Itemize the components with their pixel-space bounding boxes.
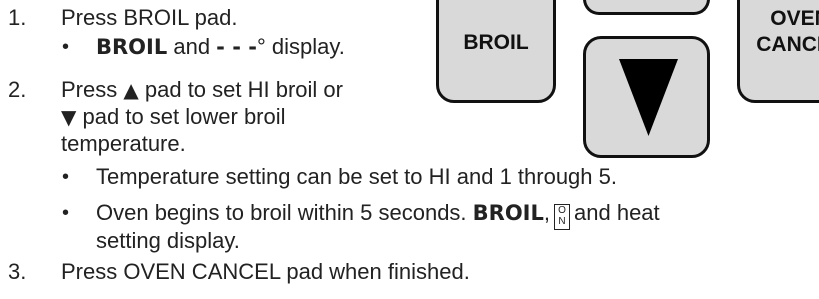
step-2-line-3: temperature. [61,131,186,156]
on-icon-bottom: N [558,216,566,227]
bullet-2-prefix: Oven begins to broil within 5 seconds. [96,200,473,225]
broil-keyword: BROIL [96,35,168,59]
down-arrow-icon [619,59,678,136]
step-2-line-2: ▼ pad to set lower broil [61,103,286,131]
bullet-middle: and [167,34,217,59]
step-2-bullet-2: Oven begins to broil within 5 seconds. B… [96,199,660,230]
oven-cancel-line-1: OVEN [770,7,819,30]
step-3-text: Press OVEN CANCEL pad when finished. [61,259,470,284]
step-1-bullet: BROIL and - - -° display. [96,33,345,61]
up-triangle-icon: ▲ [123,78,139,102]
on-indicator-icon: ON [554,204,571,230]
step-2-line-1: Press ▲ pad to set HI broil or [61,76,343,104]
on-icon-top: O [558,205,566,216]
step-3-number: 3. [8,259,27,284]
broil-pad[interactable]: BROIL [436,0,556,103]
down-arrow-pad[interactable] [583,36,710,158]
up-arrow-pad[interactable] [583,0,710,15]
step-1-text: Press BROIL pad. [61,5,238,30]
bullet-icon: • [62,36,70,58]
press-word: Press [61,77,124,102]
broil-keyword: BROIL [472,201,544,225]
step-2-bullet-2-continuation: setting display. [96,228,240,253]
down-triangle-icon: ▼ [61,105,77,129]
oven-cancel-pad[interactable]: OVEN CANCEL [737,0,819,103]
broil-pad-label: BROIL [463,31,529,54]
bullet-2-comma: , [543,200,551,225]
step-2-bullet-1: Temperature setting can be set to HI and… [96,164,617,189]
step-2-line-1-text: pad to set HI broil or [144,77,343,102]
bullet-2-tail: and heat [574,200,660,225]
bullet-icon: • [62,166,70,188]
oven-cancel-line-2: CANCEL [756,33,819,56]
bullet-icon: • [62,202,70,224]
step-1-number: 1. [8,5,27,30]
dash-display: - - - [216,35,257,59]
step-2-number: 2. [8,77,27,102]
oven-cancel-label: OVEN CANCEL [740,6,819,58]
step-2-line-2-text: pad to set lower broil [82,104,286,129]
bullet-tail: ° display. [256,34,345,59]
